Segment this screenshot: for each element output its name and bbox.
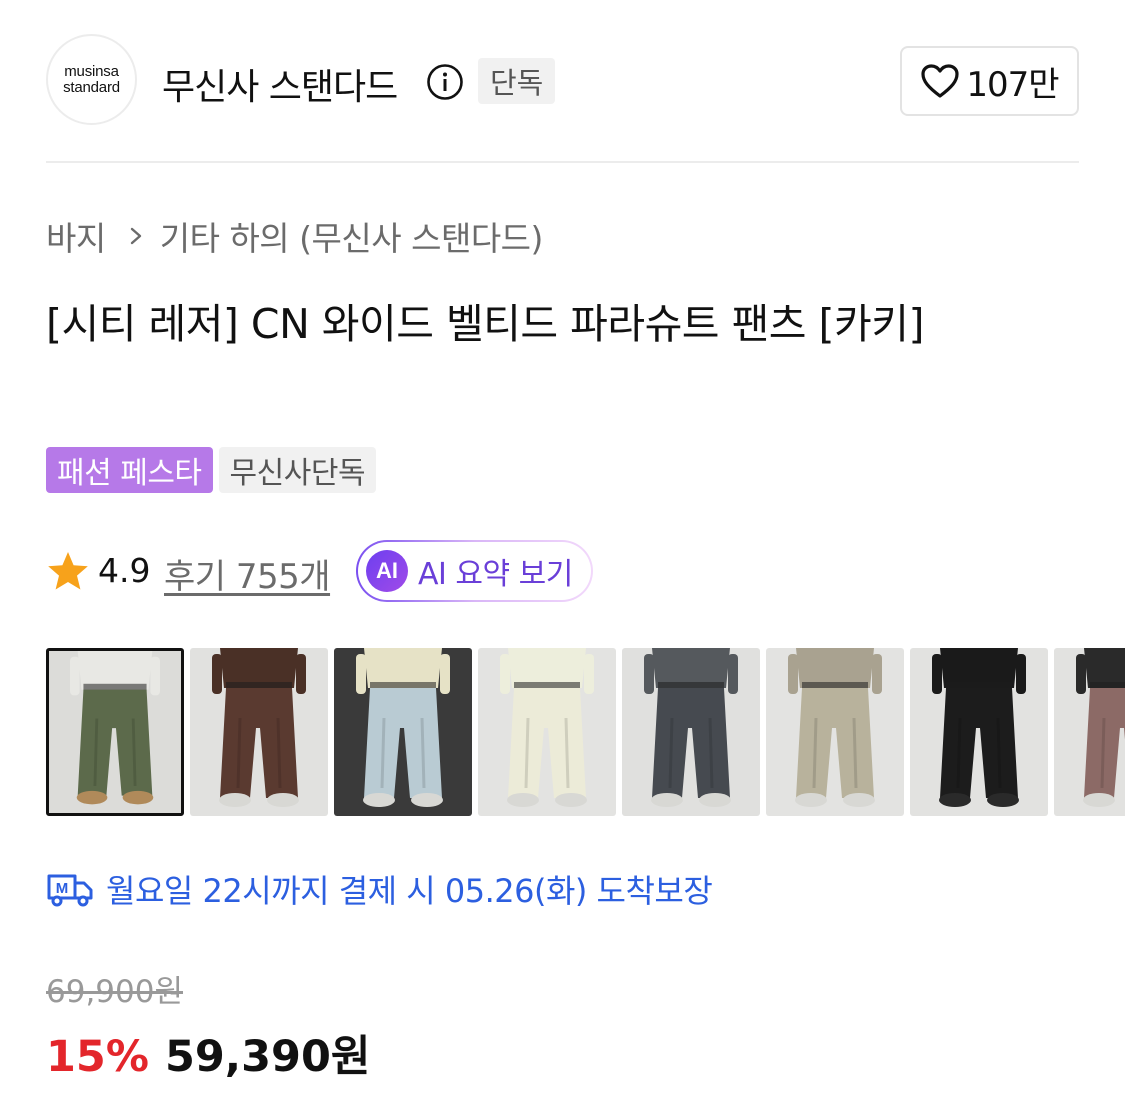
thumbnail-image <box>1054 648 1125 816</box>
tag-fashion-festa: 패션 페스타 <box>46 447 213 493</box>
original-price: 69,900원 <box>46 974 183 1010</box>
exclusive-chip: 단독 <box>478 58 556 104</box>
thumbnail-image <box>49 651 181 813</box>
review-count-link[interactable]: 후기 755개 <box>164 549 331 598</box>
delivery-guarantee: M 월요일 22시까지 결제 시 05.26(화) 도착보장 <box>46 866 713 912</box>
chevron-right-icon <box>130 227 141 245</box>
heart-icon <box>921 64 960 98</box>
rating-row: 4.9 후기 755개 AI AI 요약 보기 <box>46 540 746 602</box>
brand-name[interactable]: 무신사 스탠다드 <box>162 58 398 110</box>
ai-summary-label: AI 요약 보기 <box>418 557 573 592</box>
brand-header: musinsa standard 무신사 스탠다드 단독 107만 <box>46 34 1079 128</box>
product-title: [시티 레저] CN 와이드 벨티드 파라슈트 팬츠 [카키] <box>46 300 924 348</box>
delivery-truck-icon: M <box>47 874 93 907</box>
ai-summary-button[interactable]: AI AI 요약 보기 <box>356 540 593 602</box>
price-row: 15% 59,390원 <box>46 1022 370 1084</box>
thumbnail-image <box>910 648 1048 816</box>
thumbnail-black[interactable] <box>910 648 1048 816</box>
like-count: 107만 <box>966 64 1059 105</box>
breadcrumb-subcategory[interactable]: 기타 하의 (무신사 스탠다드) <box>160 212 544 260</box>
thumbnail-ivory[interactable] <box>478 648 616 816</box>
breadcrumb-category[interactable]: 바지 <box>46 212 106 260</box>
thumbnail-image <box>190 648 328 816</box>
thumbnail-image <box>622 648 760 816</box>
star-icon <box>48 552 88 590</box>
thumbnail-light-blue[interactable] <box>334 648 472 816</box>
header-divider <box>46 161 1079 163</box>
svg-text:M: M <box>56 880 69 897</box>
rating-value: 4.9 <box>98 551 151 590</box>
brand-logo-line2: standard <box>63 78 120 96</box>
color-thumbnails <box>46 648 1125 818</box>
thumbnail-image <box>766 648 904 816</box>
thumbnail-khaki[interactable] <box>46 648 184 816</box>
thumbnail-image <box>478 648 616 816</box>
like-button[interactable]: 107만 <box>900 46 1079 116</box>
sale-price: 59,390원 <box>164 1032 371 1082</box>
thumbnail-beige[interactable] <box>766 648 904 816</box>
thumbnail-brown[interactable] <box>190 648 328 816</box>
breadcrumb: 바지 기타 하의 (무신사 스탠다드) <box>46 212 543 260</box>
discount-rate: 15% <box>46 1032 149 1082</box>
product-tags: 패션 페스타 무신사단독 <box>46 447 377 493</box>
info-icon[interactable] <box>426 63 464 101</box>
ai-summary-inner: AI AI 요약 보기 <box>358 542 591 600</box>
thumbnail-mauve[interactable] <box>1054 648 1125 816</box>
ai-icon: AI <box>366 550 408 592</box>
brand-logo-line1: musinsa <box>64 62 119 80</box>
delivery-text: 월요일 22시까지 결제 시 05.26(화) 도착보장 <box>106 872 713 910</box>
brand-logo[interactable]: musinsa standard <box>46 34 137 125</box>
thumbnail-charcoal[interactable] <box>622 648 760 816</box>
thumbnail-image <box>334 648 472 816</box>
tag-exclusive: 무신사단독 <box>218 447 377 493</box>
